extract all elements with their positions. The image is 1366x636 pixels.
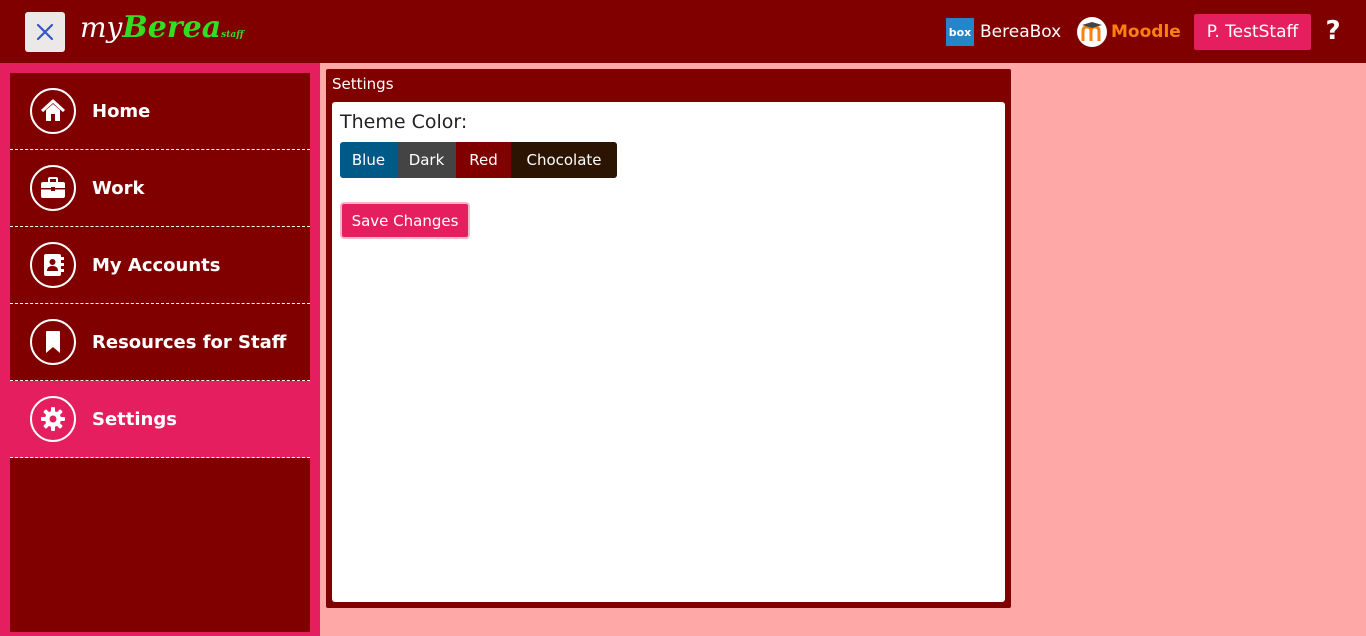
sidebar-nav: Home Work My Accounts Resources for Staf… bbox=[10, 73, 310, 632]
logo-berea: Berea bbox=[122, 10, 222, 45]
settings-body: Theme Color: Blue Dark Red Chocolate Sav… bbox=[332, 102, 1005, 602]
sidebar-item-my-accounts[interactable]: My Accounts bbox=[10, 227, 310, 304]
theme-red-button[interactable]: Red bbox=[456, 142, 511, 178]
help-button[interactable]: ? bbox=[1322, 15, 1344, 47]
box-icon: box bbox=[946, 18, 974, 46]
moodle-label: Moodle bbox=[1111, 22, 1181, 42]
sidebar: Home Work My Accounts Resources for Staf… bbox=[0, 63, 320, 636]
theme-blue-button[interactable]: Blue bbox=[340, 142, 397, 178]
x-icon bbox=[36, 23, 54, 41]
theme-color-selector: Blue Dark Red Chocolate bbox=[340, 142, 617, 178]
sidebar-item-settings[interactable]: Settings bbox=[10, 381, 310, 458]
sidebar-item-resources-for-staff[interactable]: Resources for Staff bbox=[10, 304, 310, 381]
sidebar-item-label: Home bbox=[92, 100, 151, 122]
sidebar-item-label: Work bbox=[92, 177, 145, 199]
address-book-icon bbox=[30, 242, 76, 288]
bereabox-link[interactable]: box BereaBox bbox=[946, 17, 1061, 47]
top-bar: myBereastaff box BereaBox Moodle P. Test… bbox=[0, 0, 1366, 63]
settings-panel: Settings Theme Color: Blue Dark Red Choc… bbox=[326, 69, 1011, 608]
theme-color-label: Theme Color: bbox=[340, 111, 468, 133]
close-menu-button[interactable] bbox=[25, 12, 65, 52]
logo-staff: staff bbox=[221, 30, 244, 40]
home-icon bbox=[30, 88, 76, 134]
sidebar-item-work[interactable]: Work bbox=[10, 150, 310, 227]
sidebar-item-label: Settings bbox=[92, 408, 177, 430]
briefcase-icon bbox=[30, 165, 76, 211]
moodle-link[interactable]: Moodle bbox=[1077, 17, 1181, 47]
sidebar-item-home[interactable]: Home bbox=[10, 73, 310, 150]
panel-title: Settings bbox=[332, 75, 394, 93]
theme-dark-button[interactable]: Dark bbox=[397, 142, 456, 178]
bookmark-icon bbox=[30, 319, 76, 365]
sidebar-item-label: Resources for Staff bbox=[92, 331, 287, 353]
bereabox-label: BereaBox bbox=[980, 22, 1062, 42]
save-changes-button[interactable]: Save Changes bbox=[340, 202, 470, 239]
theme-chocolate-button[interactable]: Chocolate bbox=[511, 142, 617, 178]
sidebar-item-label: My Accounts bbox=[92, 254, 221, 276]
user-menu-button[interactable]: P. TestStaff bbox=[1194, 14, 1311, 50]
gear-icon bbox=[30, 396, 76, 442]
logo-my: my bbox=[80, 11, 123, 44]
moodle-icon bbox=[1077, 17, 1107, 47]
myberea-logo[interactable]: myBereastaff bbox=[80, 10, 244, 50]
